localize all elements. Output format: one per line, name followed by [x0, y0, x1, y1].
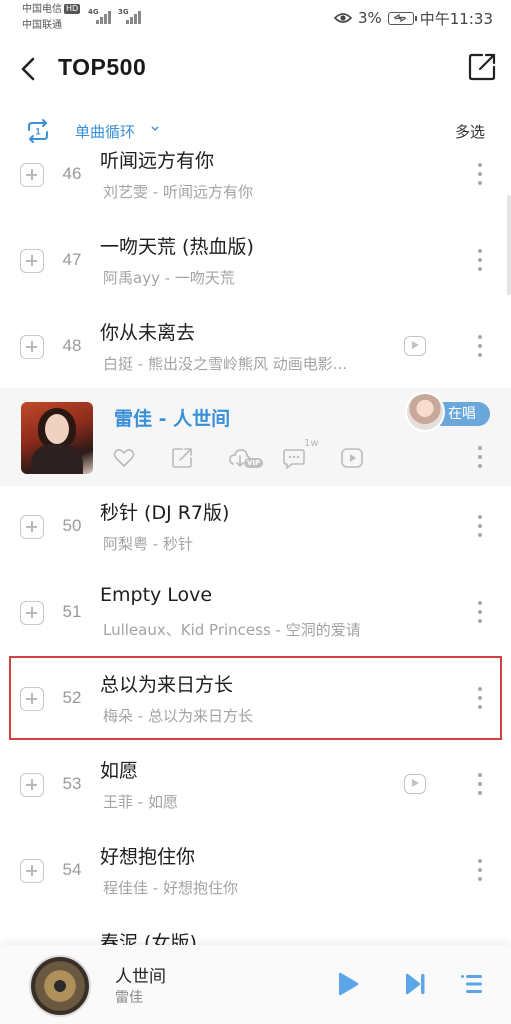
song-title: 一吻天荒 (热血版): [100, 236, 254, 258]
play-mode-label[interactable]: 单曲循环: [75, 121, 135, 142]
chevron-down-icon[interactable]: [150, 124, 160, 134]
song-row[interactable]: 51 Empty Love Lulleaux、Kid Princess - 空洞…: [0, 570, 511, 655]
svg-text:1: 1: [35, 127, 40, 137]
song-rank: 51: [62, 602, 82, 621]
battery-icon: [387, 11, 417, 25]
eye-comfort-icon: [333, 13, 352, 23]
add-icon[interactable]: [20, 515, 44, 539]
status-right: 3% 中午11:33: [333, 8, 493, 28]
hd-badge: HD: [64, 4, 81, 14]
share-icon[interactable]: [467, 52, 497, 82]
song-title: 总以为来日方长: [100, 674, 234, 696]
more-options-icon[interactable]: [477, 773, 483, 797]
playlist-icon[interactable]: [460, 971, 486, 997]
clock: 中午11:33: [419, 9, 493, 28]
song-row[interactable]: 50 秒针 (DJ R7版) 阿梨粤 - 秒针: [0, 484, 511, 569]
song-list[interactable]: 46 听闻远方有你 刘艺雯 - 听闻远方有你 47 一吻天荒 (热血版) 阿禹a…: [0, 148, 511, 945]
comment-icon[interactable]: [282, 446, 306, 470]
header: TOP500: [0, 44, 511, 94]
song-subtitle: 阿梨粤 - 秒针: [103, 535, 193, 553]
comment-count: 1w: [304, 438, 319, 449]
more-options-icon[interactable]: [477, 446, 483, 470]
add-icon[interactable]: [20, 601, 44, 625]
now-playing-row[interactable]: 雷佳 - 人世间 在唱 VIP 1w: [0, 388, 511, 486]
song-title: 你从未离去: [100, 322, 196, 344]
song-row[interactable]: 46 听闻远方有你 刘艺雯 - 听闻远方有你: [0, 148, 511, 211]
mv-play-icon[interactable]: [340, 446, 364, 470]
multi-select-button[interactable]: 多选: [455, 121, 485, 142]
add-icon[interactable]: [20, 249, 44, 273]
more-options-icon[interactable]: [477, 859, 483, 883]
song-title: 好想抱住你: [100, 846, 196, 868]
mini-player-artist: 雷佳: [115, 990, 143, 1006]
add-icon[interactable]: [20, 773, 44, 797]
song-rank: 48: [62, 336, 82, 355]
scrollbar-thumb[interactable]: [507, 195, 511, 295]
next-track-icon[interactable]: [402, 971, 428, 997]
album-cover[interactable]: [21, 402, 93, 474]
mini-player[interactable]: 人世间 雷佳: [0, 945, 511, 1024]
heart-icon[interactable]: [112, 446, 136, 470]
mv-play-icon[interactable]: [404, 774, 426, 794]
carrier-1: 中国电信 HD: [22, 4, 81, 16]
song-subtitle: 王菲 - 如愿: [103, 793, 178, 811]
singer-avatar[interactable]: [405, 392, 445, 432]
song-row[interactable]: 53 如愿 王菲 - 如愿: [0, 742, 511, 827]
song-title: Empty Love: [100, 584, 213, 606]
repeat-one-icon[interactable]: 1: [24, 117, 52, 145]
add-icon[interactable]: [20, 687, 44, 711]
song-title: 如愿: [100, 760, 139, 782]
song-rank: 53: [62, 774, 82, 793]
signal-icon: [126, 10, 144, 24]
song-subtitle: 刘艺雯 - 听闻远方有你: [103, 183, 253, 201]
song-row[interactable]: 55 春泥 (女版): [0, 914, 511, 945]
song-row-highlighted[interactable]: 52 总以为来日方长 梅朵 - 总以为来日方长: [0, 656, 511, 741]
song-rank: 47: [62, 250, 82, 269]
mini-player-title: 人世间: [115, 967, 166, 987]
more-options-icon[interactable]: [477, 601, 483, 625]
add-icon[interactable]: [20, 859, 44, 883]
song-subtitle: Lulleaux、Kid Princess - 空洞的爱请: [103, 621, 361, 639]
share-icon[interactable]: [170, 446, 194, 470]
vip-tag: VIP: [244, 458, 264, 468]
song-subtitle: 阿禹ayy - 一吻天荒: [103, 269, 235, 287]
status-bar: 中国电信 HD 中国联通 4G 3G 3% 中午11:33: [0, 0, 511, 38]
playing-song-title: 雷佳 - 人世间: [114, 408, 231, 430]
song-subtitle: 白挺 - 熊出没之雪岭熊风 动画电影...: [103, 355, 348, 373]
add-icon[interactable]: [20, 163, 44, 187]
song-title: 秒针 (DJ R7版): [100, 502, 230, 524]
mini-player-cover[interactable]: [29, 955, 91, 1017]
play-mode-bar: 1 单曲循环 多选: [0, 112, 511, 152]
more-options-icon[interactable]: [477, 687, 483, 711]
more-options-icon[interactable]: [477, 249, 483, 273]
carrier-2: 中国联通: [22, 20, 62, 31]
song-subtitle: 梅朵 - 总以为来日方长: [103, 707, 253, 725]
carrier-1-name: 中国电信: [22, 4, 62, 15]
song-rank: 52: [62, 688, 82, 707]
song-subtitle: 程佳佳 - 好想抱住你: [103, 879, 238, 897]
play-icon[interactable]: [334, 971, 360, 997]
more-options-icon[interactable]: [477, 163, 483, 187]
add-icon[interactable]: [20, 335, 44, 359]
back-arrow-icon[interactable]: [14, 54, 44, 84]
song-rank: 50: [62, 516, 82, 535]
page-title: TOP500: [58, 54, 147, 80]
song-title: 听闻远方有你: [100, 150, 215, 172]
more-options-icon[interactable]: [477, 515, 483, 539]
battery-percent: 3%: [357, 9, 382, 27]
song-row[interactable]: 48 你从未离去 白挺 - 熊出没之雪岭熊风 动画电影...: [0, 298, 511, 383]
song-title: 春泥 (女版): [100, 932, 197, 945]
signal-icon: [96, 10, 114, 24]
song-rank: 54: [62, 860, 82, 879]
song-rank: 46: [62, 164, 82, 183]
more-options-icon[interactable]: [477, 335, 483, 359]
song-row[interactable]: 47 一吻天荒 (热血版) 阿禹ayy - 一吻天荒: [0, 212, 511, 297]
mv-play-icon[interactable]: [404, 336, 426, 356]
song-row[interactable]: 54 好想抱住你 程佳佳 - 好想抱住你: [0, 828, 511, 913]
